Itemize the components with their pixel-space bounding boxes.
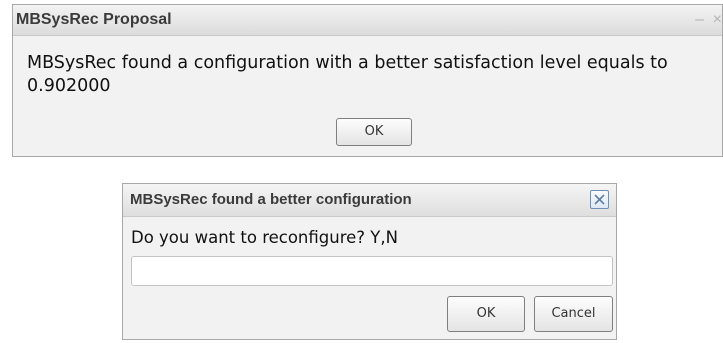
reconfigure-question: Do you want to reconfigure? Y,N xyxy=(131,228,398,247)
proposal-window-controls: – × xyxy=(691,11,722,29)
proposal-message: MBSysRec found a configuration with a be… xyxy=(27,53,668,96)
reconfigure-close-button[interactable] xyxy=(590,190,609,209)
minimize-icon[interactable]: – xyxy=(695,11,704,29)
reconfigure-dialog-titlebar[interactable]: MBSysRec found a better configuration xyxy=(123,184,616,217)
reconfigure-dialog-title: MBSysRec found a better configuration xyxy=(130,191,412,208)
proposal-dialog: MBSysRec Proposal – × MBSysRec found a c… xyxy=(12,4,723,157)
proposal-dialog-titlebar[interactable]: MBSysRec Proposal – × xyxy=(13,5,722,36)
reconfigure-cancel-button[interactable]: Cancel xyxy=(534,296,613,332)
reconfigure-dialog: MBSysRec found a better configuration Do… xyxy=(122,183,617,340)
reconfigure-ok-button[interactable]: OK xyxy=(447,296,525,332)
reconfigure-answer-input[interactable] xyxy=(131,256,613,286)
close-icon xyxy=(594,194,605,205)
proposal-ok-button[interactable]: OK xyxy=(336,118,412,146)
proposal-dialog-title: MBSysRec Proposal xyxy=(16,11,172,28)
close-icon[interactable]: × xyxy=(713,11,722,29)
